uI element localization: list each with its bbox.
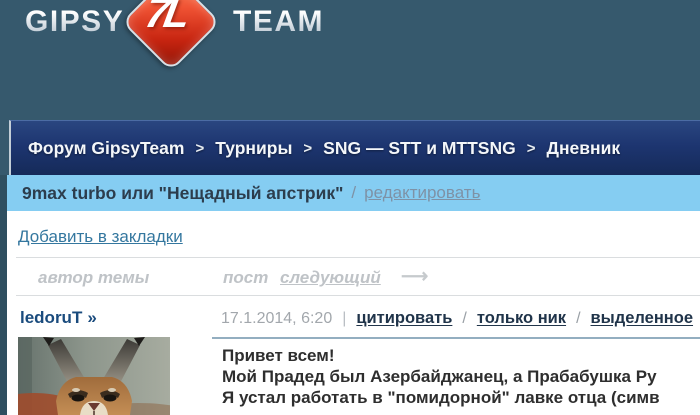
breadcrumb-separator-icon: > xyxy=(526,140,536,157)
topic-separator: / xyxy=(351,183,357,202)
post-line-2: Мой Прадед был Азербайджанец, а Прабабуш… xyxy=(222,367,657,386)
post-meta-line: 17.1.2014, 6:20 | цитировать / только ни… xyxy=(221,309,693,328)
breadcrumb-item-diary[interactable]: Дневник xyxy=(547,138,621,159)
topic-title: 9max turbo или "Нещадный апстрик" xyxy=(22,182,344,203)
divider xyxy=(16,257,700,258)
logo-7l-mark: 7L xyxy=(141,0,190,36)
post-meta-underline xyxy=(212,337,700,339)
post-table-header: автор темы пост следующий ⟶ xyxy=(7,265,700,292)
breadcrumb: Форум GipsyTeam > Турниры > SNG — STT и … xyxy=(11,138,620,159)
divider xyxy=(16,295,700,296)
breadcrumb-bar: Форум GipsyTeam > Турниры > SNG — STT и … xyxy=(9,120,700,176)
breadcrumb-item-tournaments[interactable]: Турниры xyxy=(215,138,292,159)
logo-text-gipsy: GIPSY xyxy=(25,5,125,38)
content-panel: 9max turbo или "Нещадный апстрик" / реда… xyxy=(7,175,700,415)
highlight-link[interactable]: выделенное xyxy=(591,309,694,328)
breadcrumb-item-sng[interactable]: SNG — STT и MTTSNG xyxy=(323,138,516,159)
breadcrumb-item-forum[interactable]: Форум GipsyTeam xyxy=(28,138,184,159)
meta-slash-separator: / xyxy=(576,310,581,327)
edit-topic-link[interactable]: редактировать xyxy=(364,183,480,203)
post-line-1: Привет всем! xyxy=(222,346,335,365)
post-column-header: пост xyxy=(223,268,269,287)
meta-slash-separator: / xyxy=(462,310,467,327)
post-body: Привет всем! Мой Прадед был Азербайджане… xyxy=(222,345,660,408)
breadcrumb-separator-icon: > xyxy=(195,140,205,157)
next-post-link[interactable]: следующий xyxy=(280,268,381,288)
post-date: 17.1.2014, 6:20 xyxy=(221,310,333,327)
left-edge-strip xyxy=(0,175,7,415)
post-line-3: Я устал работать в "помидорной" лавке от… xyxy=(222,388,660,407)
add-bookmark-link[interactable]: Добавить в закладки xyxy=(18,227,183,247)
author-name[interactable]: ledoruT xyxy=(20,308,82,327)
author-marker-icon[interactable]: » xyxy=(87,308,96,327)
next-arrow-icon[interactable]: ⟶ xyxy=(401,265,428,288)
nick-only-link[interactable]: только ник xyxy=(477,309,566,328)
quote-link[interactable]: цитировать xyxy=(356,309,452,328)
logo-text-team: TEAM xyxy=(233,5,324,38)
author-column-header: автор темы xyxy=(38,268,150,287)
meta-pipe-separator: | xyxy=(342,310,347,327)
post-author-link[interactable]: ledoruT » xyxy=(20,308,97,328)
caracal-illustration xyxy=(18,337,170,415)
topic-title-bar: 9max turbo или "Нещадный апстрик" / реда… xyxy=(7,175,700,211)
breadcrumb-separator-icon: > xyxy=(303,140,313,157)
user-avatar-caracal-image xyxy=(18,337,170,415)
forum-page: GIPSY 7L TEAM Форум GipsyTeam > Турниры … xyxy=(0,0,700,415)
